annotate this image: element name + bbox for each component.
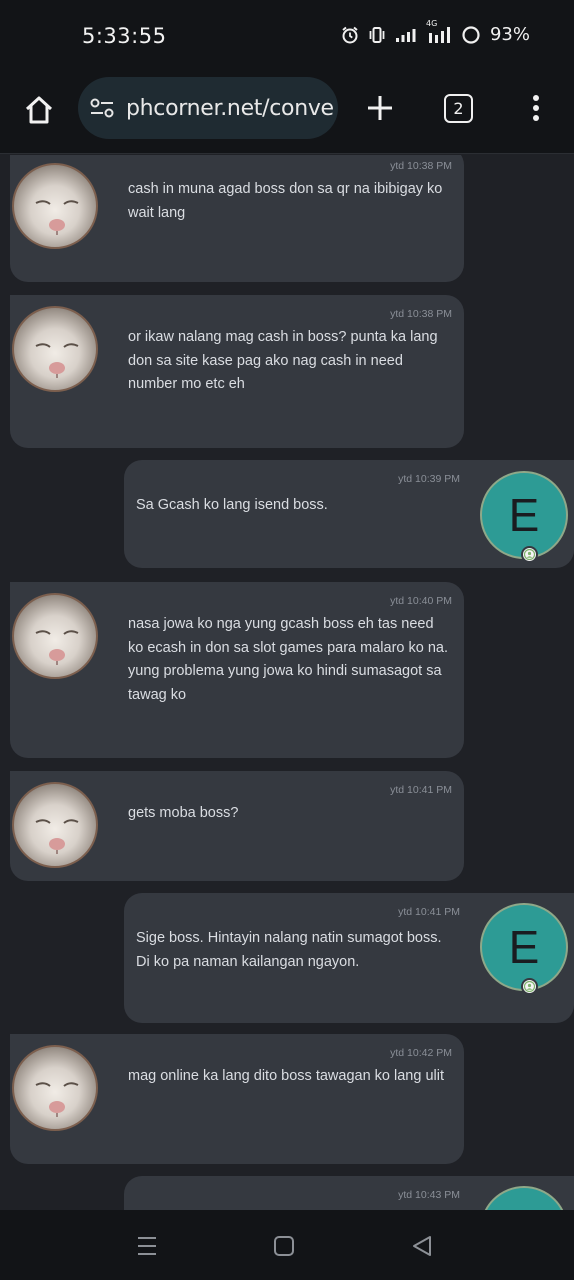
browser-toolbar: phcorner.net/conve 2 xyxy=(0,72,574,154)
message-text: mag online ka lang dito boss tawagan ko … xyxy=(128,1068,444,1084)
message-text: Sa Gcash ko lang isend boss. xyxy=(136,497,328,513)
recents-button[interactable] xyxy=(133,1232,161,1260)
status-time: 5:33:55 xyxy=(82,24,167,48)
address-bar[interactable]: phcorner.net/conve xyxy=(78,77,338,139)
cat-avatar[interactable] xyxy=(12,593,98,679)
battery-percentage: 93% xyxy=(489,24,530,45)
online-status-icon xyxy=(521,978,538,995)
more-menu-button[interactable] xyxy=(522,90,550,126)
cat-avatar[interactable] xyxy=(12,782,98,868)
vibrate-icon xyxy=(368,26,386,44)
status-bar: 5:33:55 4G 93% xyxy=(0,0,574,72)
cat-avatar[interactable] xyxy=(12,1045,98,1131)
cat-avatar[interactable] xyxy=(12,163,98,249)
message-time: ytd 10:38 PM xyxy=(390,308,452,320)
new-tab-button[interactable] xyxy=(362,90,398,126)
message-time: ytd 10:40 PM xyxy=(390,595,452,607)
url-text: phcorner.net/conve xyxy=(126,95,334,121)
message-text: or ikaw nalang mag cash in boss? punta k… xyxy=(128,329,438,392)
user-avatar-e[interactable]: E xyxy=(480,471,568,559)
plus-icon xyxy=(368,96,392,120)
conversation-thread[interactable]: ytd 10:38 PM cash in muna agad boss don … xyxy=(0,155,574,1210)
message-time: ytd 10:41 PM xyxy=(390,784,452,796)
message-text: gets moba boss? xyxy=(128,805,239,821)
home-button[interactable] xyxy=(20,91,58,129)
recents-icon xyxy=(138,1237,156,1255)
tune-icon[interactable] xyxy=(88,94,116,122)
wifi-signal-icon xyxy=(395,27,417,43)
message-time: ytd 10:42 PM xyxy=(390,1047,452,1059)
message-text: cash in muna agad boss don sa qr na ibib… xyxy=(128,181,443,221)
battery-icon xyxy=(461,25,481,45)
alarm-icon xyxy=(341,26,359,44)
cell-signal-icon: 4G xyxy=(426,19,452,44)
user-avatar-e[interactable]: E xyxy=(480,903,568,991)
home-nav-button[interactable] xyxy=(270,1232,298,1260)
home-square-icon xyxy=(274,1236,294,1256)
avatar-letter: E xyxy=(509,1203,540,1210)
status-icons: 4G 93% xyxy=(341,19,530,45)
tab-switcher-button[interactable]: 2 xyxy=(444,94,473,123)
home-icon xyxy=(25,96,53,124)
avatar-letter: E xyxy=(508,489,540,541)
message-text: Sige boss. Hintayin nalang natin sumagot… xyxy=(136,930,442,970)
message-time: ytd 10:43 PM xyxy=(398,1189,460,1201)
message-time: ytd 10:39 PM xyxy=(398,473,460,485)
more-vert-icon xyxy=(533,95,539,121)
network-label: 4G xyxy=(425,18,438,28)
back-icon xyxy=(413,1236,431,1256)
message-time: ytd 10:41 PM xyxy=(398,906,460,918)
message-text: nasa jowa ko nga yung gcash boss eh tas … xyxy=(128,616,448,703)
online-status-icon xyxy=(521,546,538,563)
avatar-letter: E xyxy=(508,921,540,973)
message-time: ytd 10:38 PM xyxy=(390,160,452,172)
system-navigation-bar xyxy=(0,1210,574,1280)
cat-avatar[interactable] xyxy=(12,306,98,392)
back-button[interactable] xyxy=(408,1232,436,1260)
